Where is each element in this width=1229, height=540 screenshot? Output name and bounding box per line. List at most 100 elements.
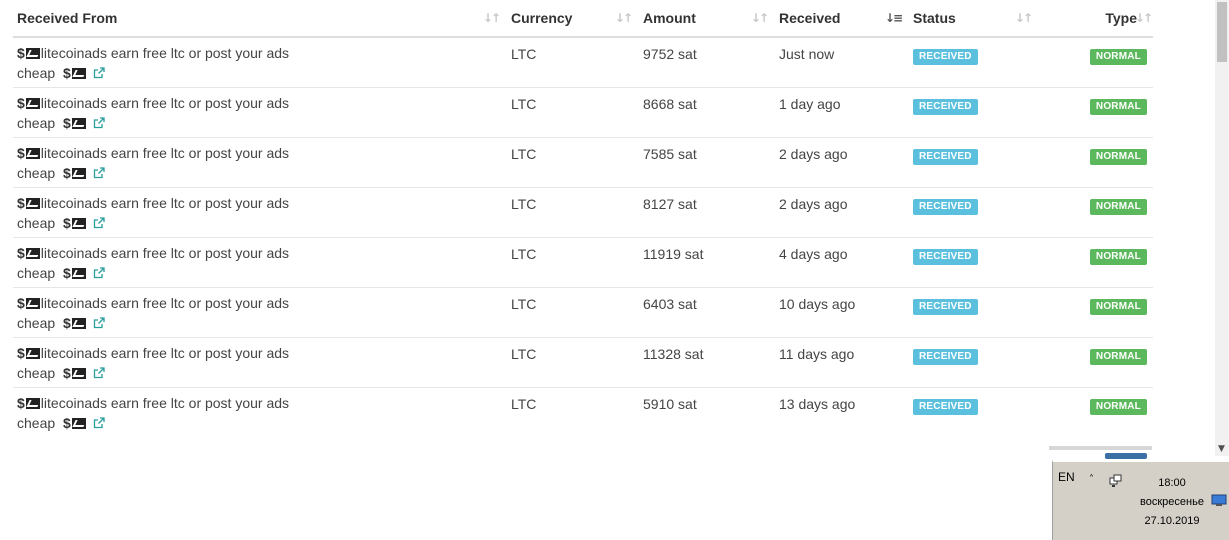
received-time-cell: 4 days ago (775, 237, 909, 288)
language-indicator[interactable]: EN (1058, 470, 1075, 484)
received-from-cell: $ litecoinads earn free ltc or post your … (13, 387, 507, 437)
chart-icon[interactable] (25, 97, 40, 109)
currency-cell: LTC (511, 395, 537, 412)
chart-icon[interactable] (71, 217, 86, 229)
dollar-sign: $ (62, 164, 71, 181)
column-header-received[interactable]: Received ↓≡ (775, 0, 909, 38)
chart-icon[interactable] (71, 367, 86, 379)
type-cell: NORMAL (1039, 187, 1153, 238)
sort-arrows-icon[interactable]: ↓↑ (615, 11, 633, 25)
dollar-sign: $ (17, 394, 25, 411)
external-link-icon[interactable] (93, 266, 105, 279)
external-link-icon[interactable] (93, 116, 105, 129)
scrollbar-thumb[interactable] (1217, 2, 1227, 62)
status-badge: RECEIVED (913, 248, 978, 265)
external-link-icon[interactable] (93, 216, 105, 229)
external-link-icon[interactable] (93, 416, 105, 429)
chart-icon[interactable] (71, 167, 86, 179)
sender-name-line1[interactable]: litecoinads earn free ltc or post your a… (41, 45, 289, 61)
table-row: $ litecoinads earn free ltc or post your … (13, 387, 1153, 437)
clock-date: 27.10.2019 (1144, 515, 1200, 527)
chart-icon[interactable] (71, 68, 86, 79)
sender-name-line2[interactable]: cheap (17, 415, 55, 431)
chart-icon[interactable] (25, 197, 40, 209)
chart-icon[interactable] (71, 117, 86, 129)
sender-name-line1[interactable]: litecoinads earn free ltc or post your a… (41, 95, 289, 111)
chart-icon[interactable] (25, 397, 40, 409)
external-link-icon[interactable] (93, 67, 105, 79)
sender-name-line1[interactable]: litecoinads earn free ltc or post your a… (41, 245, 289, 261)
table-row: $ litecoinads earn free ltc or post your … (13, 37, 1153, 88)
table-row: $ litecoinads earn free ltc or post your … (13, 137, 1153, 188)
table-row: $ litecoinads earn free ltc or post your … (13, 187, 1153, 238)
dollar-sign: $ (62, 364, 71, 381)
sort-arrows-icon[interactable]: ↓↑ (751, 11, 769, 25)
type-cell: NORMAL (1039, 387, 1153, 437)
sender-name-line2[interactable]: cheap (17, 315, 55, 331)
table-row: $ litecoinads earn free ltc or post your … (13, 87, 1153, 138)
chart-icon[interactable] (25, 347, 40, 359)
scroll-down-icon[interactable]: ▼ (1218, 444, 1225, 454)
chart-icon[interactable] (25, 297, 40, 309)
external-link-icon[interactable] (93, 316, 105, 329)
currency-cell: LTC (507, 337, 639, 388)
column-header-label: Status (913, 10, 956, 26)
currency-cell: LTC (507, 187, 639, 238)
table-row: $ litecoinads earn free ltc or post your … (13, 337, 1153, 388)
sort-descending-icon[interactable]: ↓≡ (885, 11, 903, 25)
type-badge: NORMAL (1089, 398, 1147, 415)
sender-name-line2[interactable]: cheap (17, 65, 55, 81)
status-cell: RECEIVED (909, 337, 1039, 388)
taskbar-edge (1105, 453, 1147, 459)
column-header-label: Received From (17, 10, 118, 26)
column-header-currency[interactable]: Currency ↓↑ (507, 0, 639, 38)
column-header-type[interactable]: Type ↓↑ (1039, 0, 1153, 38)
sender-name-line1[interactable]: litecoinads earn free ltc or post your a… (41, 345, 289, 361)
chart-icon[interactable] (71, 267, 86, 279)
chart-icon[interactable] (71, 417, 86, 429)
taskbar-clock[interactable]: 18:00 воскресенье 27.10.2019 (1127, 474, 1217, 531)
sender-name-line2[interactable]: cheap (17, 115, 55, 131)
sender-name-line1[interactable]: litecoinads earn free ltc or post your a… (41, 145, 289, 161)
dollar-sign: $ (17, 45, 25, 61)
status-cell: RECEIVED (909, 237, 1039, 288)
status-cell: RECEIVED (909, 137, 1039, 188)
external-link-icon[interactable] (93, 166, 105, 179)
column-header-received-from[interactable]: Received From ↓↑ (13, 0, 507, 38)
currency-cell: LTC (507, 287, 639, 338)
column-header-status[interactable]: Status ↓↑ (909, 0, 1039, 38)
sort-arrows-icon[interactable]: ↓↑ (1015, 11, 1033, 25)
column-header-amount[interactable]: Amount ↓↑ (639, 0, 775, 38)
sender-name-line1[interactable]: litecoinads earn free ltc or post your a… (41, 295, 289, 311)
system-tray: EN ˄ 18:00 воскресенье 27.10.2019 (1052, 460, 1229, 540)
chart-icon[interactable] (25, 48, 40, 59)
currency-cell: LTC (507, 237, 639, 288)
vertical-scrollbar[interactable]: ▼ (1215, 0, 1229, 456)
network-icon[interactable] (1109, 474, 1123, 488)
chart-icon[interactable] (25, 147, 40, 159)
amount-cell: 8127 sat (639, 187, 775, 238)
received-time-cell: 1 day ago (775, 87, 909, 138)
sender-name-line2[interactable]: cheap (17, 265, 55, 281)
sender-name-line1[interactable]: litecoinads earn free ltc or post your a… (41, 195, 289, 211)
show-hidden-icons-icon[interactable]: ˄ (1089, 474, 1094, 485)
type-cell: NORMAL (1039, 237, 1153, 288)
dollar-sign: $ (17, 194, 25, 211)
received-from-cell: $ litecoinads earn free ltc or post your … (13, 137, 507, 188)
external-link-icon[interactable] (93, 366, 105, 379)
desktop-icon[interactable] (1211, 494, 1227, 506)
table-header-row: Received From ↓↑ Currency ↓↑ Amount ↓↑ R… (13, 0, 1153, 38)
chart-icon[interactable] (25, 247, 40, 259)
sort-arrows-icon[interactable]: ↓↑ (483, 11, 501, 25)
sender-name-line2[interactable]: cheap (17, 165, 55, 181)
dollar-sign: $ (62, 314, 71, 331)
sender-name-line2[interactable]: cheap (17, 215, 55, 231)
sender-name-line1[interactable]: litecoinads earn free ltc or post your a… (41, 395, 289, 411)
chart-icon[interactable] (71, 317, 86, 329)
dollar-sign: $ (62, 414, 71, 431)
dollar-sign: $ (17, 144, 25, 161)
sort-arrows-icon[interactable]: ↓↑ (1135, 11, 1153, 25)
received-from-cell: $ litecoinads earn free ltc or post your … (13, 237, 507, 288)
dollar-sign: $ (62, 264, 71, 281)
sender-name-line2[interactable]: cheap (17, 365, 55, 381)
